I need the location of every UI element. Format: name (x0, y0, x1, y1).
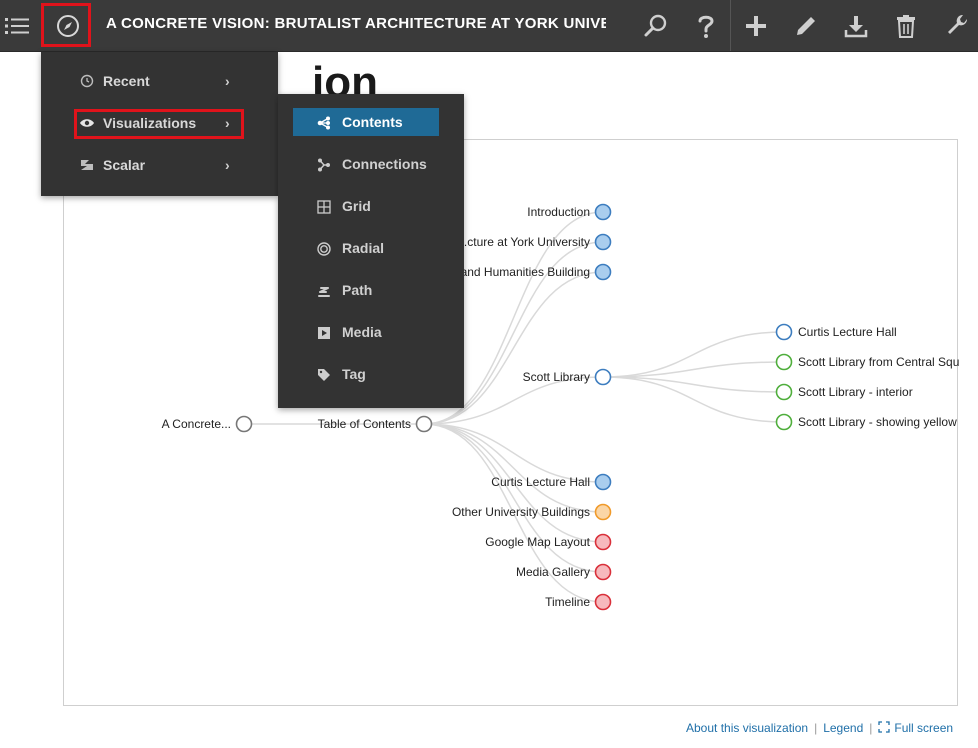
menu-item-recent[interactable]: Recent › (41, 60, 278, 102)
submenu-item-label: Media (342, 324, 382, 340)
tree-node-child[interactable]: Scott Library (523, 368, 612, 386)
submenu-item-label: Radial (342, 240, 385, 256)
tree-node-scott-child[interactable]: Scott Library - showing yellow (775, 413, 958, 431)
node-label[interactable]: Scott Library - showing yellow (798, 415, 957, 429)
node-circle[interactable] (594, 533, 612, 551)
navigation-menu: Recent › Visualizations › Scalar › (41, 52, 278, 196)
menu-item-label: Recent (103, 73, 150, 89)
footer-separator: | (869, 721, 873, 735)
node-circle[interactable] (415, 415, 433, 433)
submenu-item-media[interactable]: Media (278, 312, 464, 354)
node-label[interactable]: Timeline (545, 595, 590, 609)
node-label[interactable]: ...cture at York University (457, 235, 590, 249)
tree-link (423, 423, 604, 483)
node-circle[interactable] (775, 323, 793, 341)
node-circle[interactable] (594, 503, 612, 521)
node-circle[interactable] (594, 368, 612, 386)
node-circle[interactable] (775, 383, 793, 401)
node-circle[interactable] (235, 415, 253, 433)
connections-icon (316, 157, 332, 173)
visualizations-submenu: Contents Connections Grid Radial Path Me… (278, 94, 464, 408)
node-circle[interactable] (594, 203, 612, 221)
node-label[interactable]: Introduction (527, 205, 590, 219)
chevron-right-icon: › (225, 157, 230, 173)
tree-node-child[interactable]: Timeline (545, 593, 612, 611)
menu-item-visualizations[interactable]: Visualizations › (41, 102, 278, 144)
tag-icon (316, 367, 332, 383)
node-label[interactable]: Scott Library from Central Squ (798, 355, 959, 369)
about-visualization-link[interactable]: About this visualization (686, 721, 808, 735)
eye-icon (79, 115, 95, 131)
tree-node-scott-child[interactable]: Scott Library from Central Squ (775, 353, 960, 371)
node-circle[interactable] (594, 563, 612, 581)
clock-icon (79, 73, 95, 89)
submenu-item-label: Connections (342, 156, 427, 172)
node-circle[interactable] (775, 413, 793, 431)
tree-node-child[interactable]: ...and Humanities Building (451, 263, 612, 281)
node-circle[interactable] (594, 263, 612, 281)
submenu-item-contents[interactable]: Contents (278, 102, 464, 144)
legend-link[interactable]: Legend (823, 721, 863, 735)
footer-separator: | (814, 721, 818, 735)
node-circle[interactable] (594, 593, 612, 611)
submenu-item-label: Grid (342, 198, 371, 214)
tree-node-child[interactable]: Media Gallery (516, 563, 612, 581)
fullscreen-icon[interactable] (878, 721, 894, 735)
node-label[interactable]: Other University Buildings (452, 505, 590, 519)
node-circle[interactable] (594, 233, 612, 251)
node-label[interactable]: Scott Library - interior (798, 385, 913, 399)
submenu-item-label: Contents (342, 114, 403, 130)
node-label[interactable]: Curtis Lecture Hall (798, 325, 897, 339)
scalar-icon (79, 157, 95, 173)
menu-item-label: Visualizations (103, 115, 197, 131)
path-icon (316, 283, 332, 299)
node-label[interactable]: Scott Library (523, 370, 590, 384)
fullscreen-link[interactable]: Full screen (894, 721, 953, 735)
submenu-item-radial[interactable]: Radial (278, 228, 464, 270)
submenu-item-grid[interactable]: Grid (278, 186, 464, 228)
node-circle[interactable] (594, 473, 612, 491)
menu-item-scalar[interactable]: Scalar › (41, 144, 278, 186)
node-circle[interactable] (775, 353, 793, 371)
submenu-item-label: Path (342, 282, 373, 298)
node-label[interactable]: Media Gallery (516, 565, 590, 579)
node-label[interactable]: Google Map Layout (485, 535, 590, 549)
tree-node-root[interactable]: A Concrete... (162, 415, 253, 433)
tree-node-child[interactable]: Other University Buildings (452, 503, 612, 521)
chevron-right-icon: › (225, 115, 230, 131)
menu-item-label: Scalar (103, 157, 146, 173)
tree-node-child[interactable]: Introduction (527, 203, 612, 221)
node-label[interactable]: A Concrete... (162, 417, 231, 431)
tree-node-child[interactable]: ...cture at York University (457, 233, 612, 251)
node-label[interactable]: Table of Contents (318, 417, 411, 431)
submenu-item-connections[interactable]: Connections (278, 144, 464, 186)
media-icon (316, 325, 332, 341)
grid-icon (316, 199, 332, 215)
visualization-footer: About this visualization | Legend | Full scr… (686, 721, 953, 735)
tree-node-scott-child[interactable]: Curtis Lecture Hall (775, 323, 897, 341)
share-tree-icon (316, 115, 332, 131)
node-label[interactable]: Curtis Lecture Hall (491, 475, 590, 489)
submenu-item-tag[interactable]: Tag (278, 354, 464, 396)
node-label[interactable]: ...and Humanities Building (451, 265, 590, 279)
radial-icon (316, 241, 332, 257)
chevron-right-icon: › (225, 73, 230, 89)
tree-link (423, 423, 604, 573)
submenu-item-path[interactable]: Path (278, 270, 464, 312)
tree-node-scott-child[interactable]: Scott Library - interior (775, 383, 913, 401)
submenu-item-label: Tag (342, 366, 366, 382)
